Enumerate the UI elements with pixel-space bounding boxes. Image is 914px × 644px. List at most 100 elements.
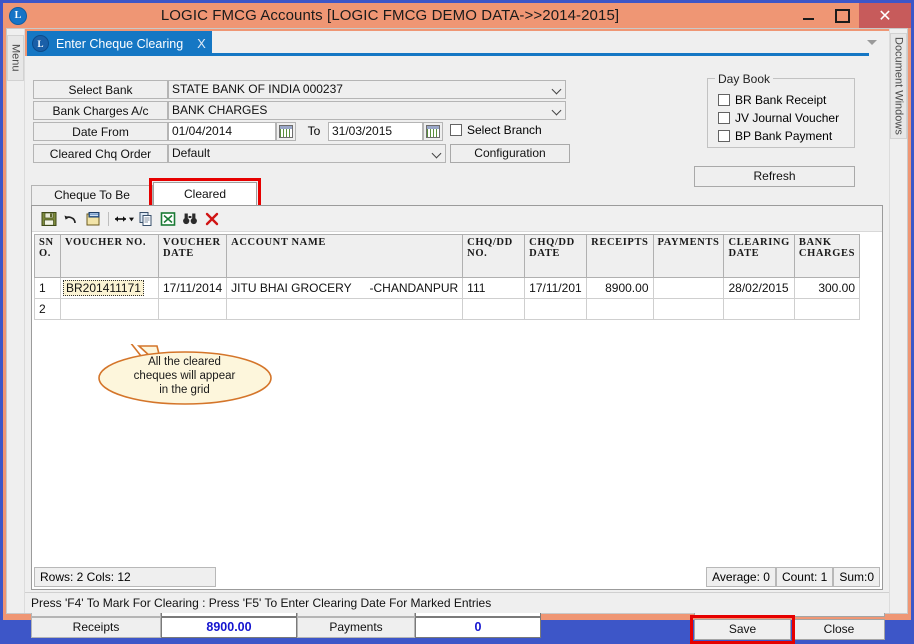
checkbox-box <box>450 124 462 136</box>
select-branch-label: Select Branch <box>467 123 542 137</box>
mdi-tab-logo-icon: L <box>32 35 49 52</box>
calendar-icon-to[interactable] <box>423 122 443 141</box>
col-chq-dd-date[interactable]: CHQ/DD DATE <box>525 235 587 278</box>
cell-sno: 1 <box>35 278 61 299</box>
delete-icon[interactable] <box>201 209 223 229</box>
cell-chq-no <box>463 299 525 320</box>
day-book-title: Day Book <box>715 72 773 86</box>
menu-vertical-tab-label: Menu <box>10 44 22 72</box>
left-dock-strip: Menu <box>7 29 25 613</box>
cell-receipts <box>587 299 653 320</box>
payments-label: Payments <box>297 617 415 638</box>
menu-vertical-tab[interactable]: Menu <box>7 35 24 81</box>
mdi-tab-enter-cheque-clearing[interactable]: L Enter Cheque Clearing X <box>27 31 212 56</box>
export-excel-icon[interactable] <box>157 209 179 229</box>
application-window: L LOGIC FMCG Accounts [LOGIC FMCG DEMO D… <box>0 0 914 623</box>
col-account-name[interactable]: ACCOUNT NAME <box>227 235 463 278</box>
cell-voucher-date: 17/11/2014 <box>159 278 227 299</box>
maximize-icon[interactable] <box>825 3 859 28</box>
document-area: L Enter Cheque Clearing X Select Bank ST… <box>25 29 889 613</box>
grid-status-sum: Sum:0 <box>833 567 880 587</box>
chevron-down-icon[interactable] <box>867 40 877 45</box>
bank-charges-value: BANK CHARGES <box>172 102 547 119</box>
day-book-group: Day Book BR Bank Receipt JV Journal Vouc… <box>707 78 855 148</box>
refresh-button[interactable]: Refresh <box>694 166 855 187</box>
document-windows-tab-label: Document Windows <box>893 37 905 135</box>
configuration-button[interactable]: Configuration <box>450 144 570 163</box>
cell-account-name: JITU BHAI GROCERY -CHANDANPUR <box>227 278 463 299</box>
cleared-chq-order-combo[interactable]: Default <box>168 144 446 163</box>
col-voucher-no[interactable]: VOUCHER NO. <box>61 235 159 278</box>
find-icon[interactable] <box>179 209 201 229</box>
notes-icon[interactable] <box>82 209 104 229</box>
status-bar: Press 'F4' To Mark For Clearing : Press … <box>25 592 889 613</box>
checkbox-br-bank-receipt-label: BR Bank Receipt <box>735 93 826 107</box>
select-bank-combo[interactable]: STATE BANK OF INDIA 000237 <box>168 80 566 99</box>
select-branch-checkbox[interactable]: Select Branch <box>450 123 542 137</box>
grid-status-average: Average: 0 <box>706 567 776 587</box>
selected-cell-value: BR201411171 <box>63 280 144 296</box>
chevron-down-icon <box>433 149 441 157</box>
checkbox-box <box>718 112 730 124</box>
window-title: LOGIC FMCG Accounts [LOGIC FMCG DEMO DAT… <box>0 7 791 24</box>
col-sno[interactable]: SN O. <box>35 235 61 278</box>
checkbox-jv-journal-voucher[interactable]: JV Journal Voucher <box>718 111 839 125</box>
cell-account-branch-text: -CHANDANPUR <box>370 281 459 295</box>
tab-cheque-to-be-cleared[interactable]: Cheque To Be Cleared <box>31 185 153 205</box>
chevron-down-icon <box>553 85 561 93</box>
undo-icon[interactable] <box>60 209 82 229</box>
document-windows-vertical-tab[interactable]: Document Windows <box>890 33 907 139</box>
cleared-cheques-grid-panel: SN O. VOUCHER NO. VOUCHER DATE ACCOUNT N… <box>31 205 883 590</box>
table-row[interactable]: 1 BR201411171 17/11/2014 JITU BHAI GROCE… <box>35 278 860 299</box>
cell-clearing-date: 28/02/2015 <box>724 278 794 299</box>
cleared-chq-order-label: Cleared Chq Order <box>33 144 168 163</box>
cell-chq-date: 17/11/201 <box>525 278 587 299</box>
select-bank-label: Select Bank <box>33 80 168 99</box>
table-row[interactable]: 2 <box>35 299 860 320</box>
col-voucher-date[interactable]: VOUCHER DATE <box>159 235 227 278</box>
cell-voucher-date <box>159 299 227 320</box>
select-bank-value: STATE BANK OF INDIA 000237 <box>172 81 547 98</box>
date-to-label: To <box>302 122 326 141</box>
cell-chq-no: 111 <box>463 278 525 299</box>
fit-columns-icon[interactable] <box>113 209 135 229</box>
date-to-input[interactable]: 31/03/2015 <box>328 122 423 141</box>
right-dock-strip: Document Windows <box>889 29 907 613</box>
close-icon[interactable]: ✕ <box>859 3 911 28</box>
minimize-icon[interactable] <box>791 3 825 28</box>
calendar-icon-from[interactable] <box>276 122 296 141</box>
cell-voucher-no[interactable]: BR201411171 <box>61 278 159 299</box>
col-clearing-date[interactable]: CLEARING DATE <box>724 235 794 278</box>
highlight-box-save-button <box>690 615 795 644</box>
mdi-tab-strip-empty <box>207 31 889 56</box>
cell-bank-charges <box>794 299 859 320</box>
copy-icon[interactable] <box>135 209 157 229</box>
checkbox-bp-bank-payment-label: BP Bank Payment <box>735 129 832 143</box>
cell-payments <box>653 278 724 299</box>
col-receipts[interactable]: RECEIPTS <box>587 235 653 278</box>
close-button[interactable]: Close <box>793 619 885 640</box>
payments-value: 0 <box>415 617 541 638</box>
col-chq-dd-no[interactable]: CHQ/DD NO. <box>463 235 525 278</box>
mdi-tab-strip: L Enter Cheque Clearing X <box>25 29 889 56</box>
table-header-row: SN O. VOUCHER NO. VOUCHER DATE ACCOUNT N… <box>35 235 860 278</box>
window-controls: ✕ <box>791 3 911 28</box>
col-payments[interactable]: PAYMENTS <box>653 235 724 278</box>
date-from-input[interactable]: 01/04/2014 <box>168 122 276 141</box>
col-bank-charges[interactable]: BANK CHARGES <box>794 235 859 278</box>
checkbox-bp-bank-payment[interactable]: BP Bank Payment <box>718 129 832 143</box>
cleared-cheques-table: SN O. VOUCHER NO. VOUCHER DATE ACCOUNT N… <box>34 234 860 320</box>
mdi-tab-close-icon[interactable]: X <box>197 36 206 51</box>
bank-charges-combo[interactable]: BANK CHARGES <box>168 101 566 120</box>
cell-bank-charges: 300.00 <box>794 278 859 299</box>
checkbox-br-bank-receipt[interactable]: BR Bank Receipt <box>718 93 826 107</box>
cell-account-name <box>227 299 463 320</box>
date-from-label: Date From <box>33 122 168 141</box>
cell-voucher-no <box>61 299 159 320</box>
checkbox-box <box>718 130 730 142</box>
grid-status-rows-cols: Rows: 2 Cols: 12 <box>34 567 216 587</box>
save-icon[interactable] <box>38 209 60 229</box>
toolbar-separator <box>108 212 109 226</box>
cleared-chq-order-value: Default <box>172 145 427 162</box>
grid-status-bar: Rows: 2 Cols: 12 Average: 0 Count: 1 Sum… <box>34 567 880 587</box>
